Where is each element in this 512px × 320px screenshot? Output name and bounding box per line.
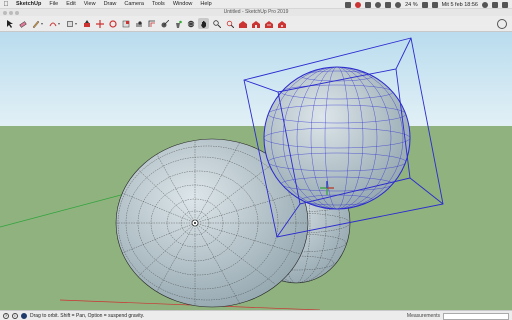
scale-icon: [122, 20, 129, 27]
creative-cloud-icon[interactable]: [355, 1, 362, 8]
push-pull-icon: [83, 19, 90, 27]
search-icon[interactable]: [482, 1, 488, 8]
zoom-button[interactable]: [15, 10, 19, 15]
notification-center-icon[interactable]: [502, 1, 508, 8]
arc-tool-button[interactable]: ▾: [47, 18, 62, 29]
extension-manager-icon: [277, 20, 286, 28]
scene-canvas[interactable]: [0, 32, 512, 310]
warehouse-tool-button[interactable]: [237, 18, 248, 29]
toolbar: ▾ ▾ ▾: [0, 16, 512, 32]
battery-icon[interactable]: [421, 1, 428, 8]
menu-view[interactable]: View: [80, 1, 100, 7]
close-button[interactable]: [3, 10, 7, 15]
flag-icon[interactable]: [431, 1, 438, 8]
tape-measure-tool-button[interactable]: [159, 18, 170, 29]
scale-tool-button[interactable]: [120, 18, 131, 29]
siri-icon[interactable]: [492, 1, 498, 8]
user-account-icon[interactable]: [497, 19, 507, 29]
menu-draw[interactable]: Draw: [100, 1, 121, 7]
chevron-down-icon: ▾: [74, 21, 77, 26]
offset-tool-button[interactable]: [146, 18, 157, 29]
sky: [0, 32, 512, 126]
chevron-down-icon: ▾: [40, 21, 43, 26]
select-arrow-icon: [6, 19, 13, 28]
menu-edit[interactable]: Edit: [62, 1, 79, 7]
status-area: 24 % Mit 5 feb 18:56: [345, 0, 508, 9]
status-bar: ? i Drag to orbit. Shift = Pan, Option =…: [0, 310, 512, 320]
info-icon[interactable]: ?: [3, 312, 9, 319]
dropbox-icon[interactable]: [345, 1, 352, 8]
eraser-icon: [18, 20, 27, 28]
orbit-tool-button[interactable]: [185, 18, 196, 29]
orbit-icon: [187, 20, 194, 27]
pencil-icon: [32, 20, 40, 28]
time-machine-icon[interactable]: [375, 1, 382, 8]
move-icon: [95, 19, 104, 28]
extension-manager-tool-button[interactable]: [276, 18, 287, 29]
menu-bar:  SketchUp File Edit View Draw Camera To…: [0, 0, 512, 9]
follow-me-icon: [135, 20, 142, 27]
extension-warehouse-icon: [251, 20, 260, 28]
measurements-label: Measurements: [406, 313, 440, 319]
tape-measure-icon: [161, 19, 169, 27]
rotate-tool-button[interactable]: [107, 18, 118, 29]
cloud-icon[interactable]: [365, 1, 372, 8]
minimize-button[interactable]: [9, 10, 13, 15]
window-title: Untitled - SketchUp Pro 2019: [223, 9, 289, 15]
paint-bucket-icon: [175, 20, 182, 28]
select-tool-button[interactable]: [4, 18, 15, 29]
menu-app-name[interactable]: SketchUp: [12, 1, 45, 7]
zoom-tool-button[interactable]: [211, 18, 222, 29]
drawing-viewport[interactable]: [0, 32, 512, 310]
rotate-icon: [108, 19, 117, 28]
credits-icon[interactable]: i: [12, 312, 18, 319]
offset-icon: [148, 20, 155, 27]
chevron-down-icon: ▾: [57, 21, 60, 26]
rectangle-tool-button[interactable]: ▾: [64, 18, 79, 29]
sphere-selected[interactable]: [263, 66, 411, 210]
eraser-tool-button[interactable]: [17, 18, 28, 29]
apple-menu-icon[interactable]: : [0, 1, 12, 8]
pan-tool-button[interactable]: [198, 18, 209, 29]
menu-window[interactable]: Window: [169, 1, 197, 7]
layout-icon: [264, 20, 273, 28]
rectangle-icon: [67, 20, 73, 27]
window-controls: [3, 10, 19, 15]
warehouse-icon: [238, 20, 247, 28]
status-hint: Drag to orbit. Shift = Pan, Option = sus…: [30, 312, 145, 319]
move-tool-button[interactable]: [94, 18, 105, 29]
zoom-extents-icon: [226, 20, 234, 28]
clock[interactable]: Mit 5 feb 18:56: [442, 2, 478, 8]
menu-tools[interactable]: Tools: [148, 1, 169, 7]
zoom-extents-tool-button[interactable]: [224, 18, 235, 29]
pan-hand-icon: [200, 20, 206, 28]
line-tool-button[interactable]: ▾: [30, 18, 45, 29]
follow-me-tool-button[interactable]: [133, 18, 144, 29]
menu-file[interactable]: File: [45, 1, 62, 7]
bluetooth-icon[interactable]: [385, 1, 392, 8]
layout-tool-button[interactable]: [263, 18, 274, 29]
zoom-icon: [212, 19, 221, 28]
window-title-bar: Untitled - SketchUp Pro 2019: [0, 9, 512, 16]
wifi-icon[interactable]: [395, 1, 402, 8]
arc-icon: [49, 22, 57, 26]
menu-camera[interactable]: Camera: [120, 1, 148, 7]
geo-location-icon[interactable]: [21, 312, 27, 319]
paint-bucket-tool-button[interactable]: [172, 18, 183, 29]
push-pull-tool-button[interactable]: [81, 18, 92, 29]
measurements-input[interactable]: [443, 312, 509, 320]
extension-warehouse-tool-button[interactable]: [250, 18, 261, 29]
battery-percent[interactable]: 24 %: [405, 2, 418, 8]
menu-help[interactable]: Help: [196, 1, 215, 7]
